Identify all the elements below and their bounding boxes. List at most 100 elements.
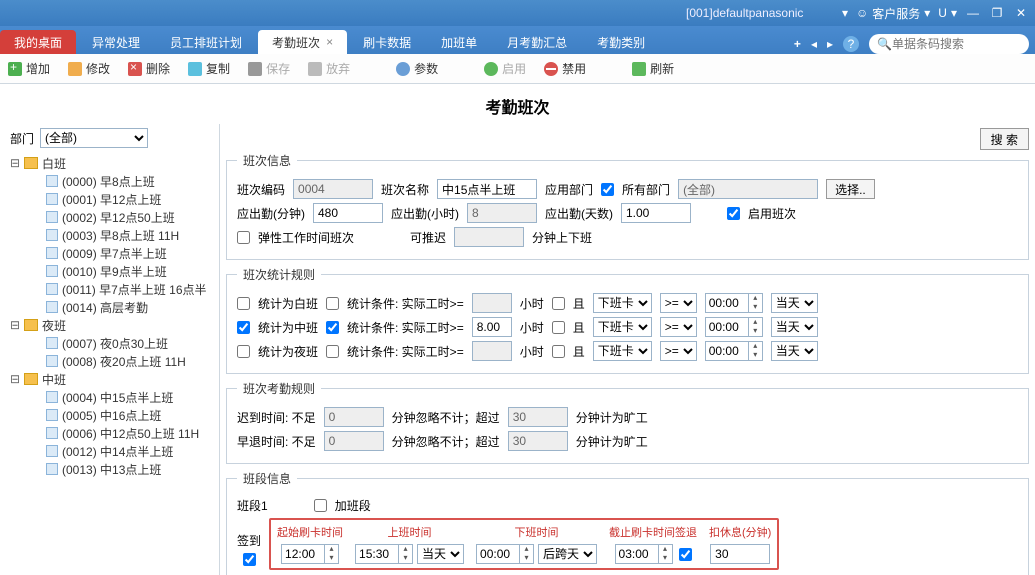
- time-input[interactable]: [616, 545, 658, 563]
- dropdown-arrow-icon[interactable]: ▾: [842, 6, 848, 20]
- tree-item[interactable]: (0002) 早12点50上班: [34, 208, 215, 226]
- restore-button[interactable]: ❐: [989, 5, 1005, 21]
- minimize-button[interactable]: —: [965, 5, 981, 21]
- op-select[interactable]: >=: [660, 341, 697, 361]
- as-mid-checkbox[interactable]: [237, 321, 250, 334]
- select-dept-button[interactable]: 选择..: [826, 179, 875, 199]
- tree-group[interactable]: ⊟夜班: [10, 316, 215, 334]
- on-day-select[interactable]: 当天: [417, 544, 464, 564]
- down-arrow-icon[interactable]: ▾: [325, 554, 338, 563]
- signin-checkbox[interactable]: [243, 553, 256, 566]
- customer-service-link[interactable]: ☺ 客户服务 ▾: [856, 5, 930, 22]
- add-button[interactable]: 增加: [8, 60, 50, 77]
- down-arrow-icon[interactable]: ▾: [749, 327, 762, 336]
- card-select[interactable]: 下班卡: [593, 341, 652, 361]
- tab-category[interactable]: 考勤类别: [583, 30, 659, 54]
- and-checkbox[interactable]: [552, 321, 565, 334]
- params-button[interactable]: 参数: [396, 60, 438, 77]
- card-select[interactable]: 下班卡: [593, 293, 652, 313]
- seg1-ot-checkbox[interactable]: [314, 499, 327, 512]
- time-spinner[interactable]: ▴▾: [705, 293, 763, 313]
- cond-checkbox[interactable]: [326, 345, 339, 358]
- tree-item[interactable]: (0001) 早12点上班: [34, 190, 215, 208]
- and-checkbox[interactable]: [552, 345, 565, 358]
- tree-item[interactable]: (0010) 早9点半上班: [34, 262, 215, 280]
- start-card-spinner[interactable]: ▴▾: [281, 544, 339, 564]
- tree-item[interactable]: (0004) 中15点半上班: [34, 388, 215, 406]
- tab-exception[interactable]: 异常处理: [78, 30, 154, 54]
- and-checkbox[interactable]: [552, 297, 565, 310]
- on-time-spinner[interactable]: ▴▾: [355, 544, 413, 564]
- day-select[interactable]: 当天: [771, 341, 818, 361]
- search-button[interactable]: 搜 索: [980, 128, 1029, 150]
- down-arrow-icon[interactable]: ▾: [749, 351, 762, 360]
- tree-item[interactable]: (0008) 夜20点上班 11H: [34, 352, 215, 370]
- collapse-icon[interactable]: ⊟: [10, 318, 20, 332]
- enable-shift-checkbox[interactable]: [727, 207, 740, 220]
- time-spinner[interactable]: ▴▾: [705, 317, 763, 337]
- next-tab-button[interactable]: ▸: [827, 37, 833, 51]
- tree-group[interactable]: ⊟白班: [10, 154, 215, 172]
- signout-checkbox[interactable]: [679, 548, 692, 561]
- help-icon[interactable]: ?: [843, 36, 859, 52]
- down-arrow-icon[interactable]: ▾: [399, 554, 412, 563]
- cond-val[interactable]: [472, 317, 512, 337]
- op-select[interactable]: >=: [660, 293, 697, 313]
- day-select[interactable]: 当天: [771, 317, 818, 337]
- time-input[interactable]: [477, 545, 519, 563]
- tab-overtime[interactable]: 加班单: [427, 30, 491, 54]
- tree-item[interactable]: (0005) 中16点上班: [34, 406, 215, 424]
- tree-item[interactable]: (0011) 早7点半上班 16点半: [34, 280, 215, 298]
- as-day-checkbox[interactable]: [237, 297, 250, 310]
- due-day-field[interactable]: [621, 203, 691, 223]
- name-field[interactable]: [437, 179, 537, 199]
- op-select[interactable]: >=: [660, 317, 697, 337]
- close-tab-icon[interactable]: ×: [326, 35, 333, 49]
- u-menu[interactable]: U ▾: [938, 6, 957, 20]
- tree-item[interactable]: (0003) 早8点上班 11H: [34, 226, 215, 244]
- barcode-search-input[interactable]: [892, 37, 1012, 51]
- tree-item[interactable]: (0013) 中13点上班: [34, 460, 215, 478]
- off-time-spinner[interactable]: ▴▾: [476, 544, 534, 564]
- tree-item[interactable]: (0007) 夜0点30上班: [34, 334, 215, 352]
- cond-checkbox[interactable]: [326, 321, 339, 334]
- tree-item[interactable]: (0009) 早7点半上班: [34, 244, 215, 262]
- down-arrow-icon[interactable]: ▾: [659, 554, 672, 563]
- tab-monthly[interactable]: 月考勤汇总: [493, 30, 581, 54]
- cond-checkbox[interactable]: [326, 297, 339, 310]
- time-input[interactable]: [706, 342, 748, 360]
- add-tab-button[interactable]: +: [794, 37, 801, 51]
- close-button[interactable]: ✕: [1013, 5, 1029, 21]
- tab-home[interactable]: 我的桌面: [0, 30, 76, 54]
- all-dept-checkbox[interactable]: [601, 183, 614, 196]
- delete-button[interactable]: 删除: [128, 60, 170, 77]
- refresh-button[interactable]: 刷新: [632, 60, 674, 77]
- tab-shifts[interactable]: 考勤班次 ×: [258, 30, 347, 54]
- down-arrow-icon[interactable]: ▾: [520, 554, 533, 563]
- time-input[interactable]: [356, 545, 398, 563]
- tree-group[interactable]: ⊟中班: [10, 370, 215, 388]
- enable-button[interactable]: 启用: [484, 60, 526, 77]
- copy-button[interactable]: 复制: [188, 60, 230, 77]
- down-arrow-icon[interactable]: ▾: [749, 303, 762, 312]
- edit-button[interactable]: 修改: [68, 60, 110, 77]
- as-night-checkbox[interactable]: [237, 345, 250, 358]
- off-day-select[interactable]: 后跨天: [538, 544, 597, 564]
- tab-swipe[interactable]: 刷卡数据: [349, 30, 425, 54]
- rest-field[interactable]: [710, 544, 770, 564]
- barcode-search[interactable]: 🔍: [869, 34, 1029, 54]
- tree-item[interactable]: (0014) 高层考勤: [34, 298, 215, 316]
- collapse-icon[interactable]: ⊟: [10, 372, 20, 386]
- day-select[interactable]: 当天: [771, 293, 818, 313]
- discard-button[interactable]: 放弃: [308, 60, 350, 77]
- card-select[interactable]: 下班卡: [593, 317, 652, 337]
- flex-checkbox[interactable]: [237, 231, 250, 244]
- time-input[interactable]: [282, 545, 324, 563]
- due-min-field[interactable]: [313, 203, 383, 223]
- time-input[interactable]: [706, 294, 748, 312]
- tree-item[interactable]: (0012) 中14点半上班: [34, 442, 215, 460]
- time-input[interactable]: [706, 318, 748, 336]
- collapse-icon[interactable]: ⊟: [10, 156, 20, 170]
- tree-item[interactable]: (0006) 中12点50上班 11H: [34, 424, 215, 442]
- tab-schedule[interactable]: 员工排班计划: [156, 30, 256, 54]
